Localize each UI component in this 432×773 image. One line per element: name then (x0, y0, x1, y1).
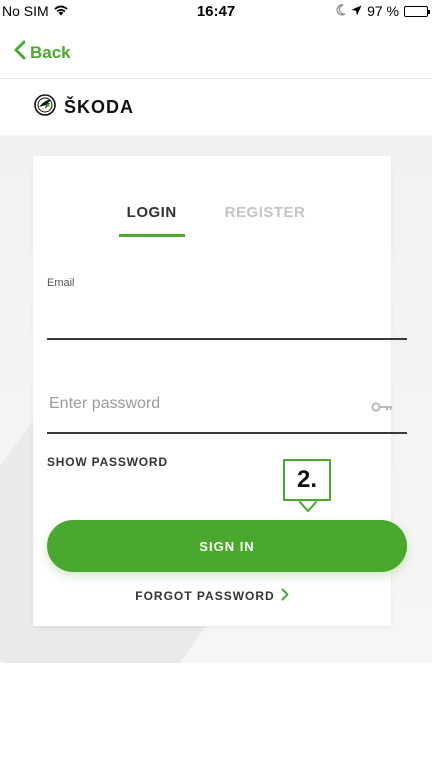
battery-icon (404, 5, 430, 17)
brand-header: ŠKODA (0, 79, 432, 135)
show-password-toggle[interactable]: SHOW PASSWORD (47, 455, 168, 469)
email-label: Email (47, 277, 75, 289)
email-field[interactable] (47, 306, 371, 326)
login-card: LOGIN REGISTER Email SHOW PASSWORD 2. SI… (33, 156, 407, 626)
chevron-right-icon (281, 588, 289, 604)
status-bar: No SIM 16:47 97 % (0, 0, 432, 26)
location-arrow-icon (351, 3, 362, 19)
forgot-password-label: FORGOT PASSWORD (135, 589, 275, 603)
forgot-password-link[interactable]: FORGOT PASSWORD (33, 588, 391, 604)
status-right: 97 % (336, 3, 430, 19)
back-button[interactable]: Back (14, 40, 71, 65)
brand-name: ŠKODA (64, 97, 135, 117)
battery-percent: 97 % (367, 3, 399, 19)
chevron-left-icon (14, 40, 26, 65)
password-underline (47, 432, 407, 434)
callout-pointer (298, 500, 318, 518)
moon-icon (336, 3, 346, 19)
password-field[interactable] (47, 394, 371, 414)
key-icon[interactable] (371, 400, 393, 418)
navigation-bar: Back (0, 26, 432, 79)
tab-register[interactable]: REGISTER (225, 204, 306, 237)
sign-in-button[interactable]: SIGN IN (47, 520, 407, 572)
auth-tabs: LOGIN REGISTER (33, 204, 391, 237)
brand-logo: ŠKODA (34, 94, 134, 121)
tab-login[interactable]: LOGIN (118, 204, 185, 237)
back-label: Back (30, 42, 71, 62)
email-underline (47, 338, 407, 340)
skoda-logo-icon (34, 94, 56, 121)
step-callout: 2. (283, 459, 331, 501)
